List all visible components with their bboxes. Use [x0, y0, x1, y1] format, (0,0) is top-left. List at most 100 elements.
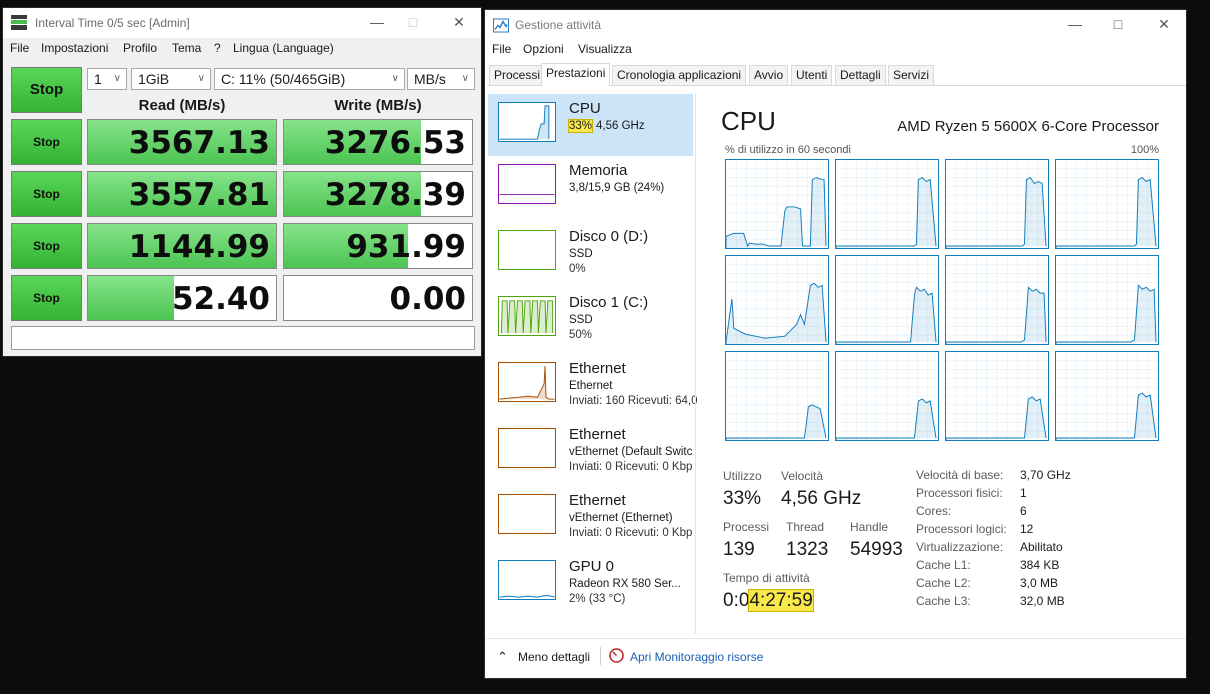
sidebar-item-gpu-0[interactable]: GPU 0 Radeon RX 580 Ser... 2% (33 °C)	[488, 552, 693, 614]
cpu-core-graph	[835, 255, 939, 345]
utilization-label: % di utilizzo in 60 secondi	[725, 144, 851, 156]
uptime-highlight: 4:27:59	[748, 589, 814, 612]
uptime-label: Tempo di attività	[723, 571, 810, 585]
sidebar-item-title: Ethernet	[569, 492, 626, 509]
cpu-speed: 4,56 GHz	[596, 120, 645, 132]
minimize-icon[interactable]: —	[367, 14, 387, 30]
task-manager-window: Gestione attività — □ ✕ File Opzioni Vis…	[484, 9, 1187, 679]
sidebar-item-disco-1-c-[interactable]: Disco 1 (C:) SSD 50%	[488, 288, 693, 350]
sidebar-item-disco-0-d-[interactable]: Disco 0 (D:) SSD 0%	[488, 222, 693, 284]
row-stop-button[interactable]: Stop	[11, 171, 82, 217]
maximize-icon[interactable]: □	[403, 14, 423, 30]
mini-graph-line	[499, 365, 555, 400]
footer-divider	[600, 647, 601, 665]
processi-label: Processi	[723, 520, 770, 534]
menu-profilo[interactable]: Profilo	[123, 41, 157, 55]
sidebar-item-title: Ethernet	[569, 426, 626, 443]
tm-titlebar[interactable]: Gestione attività — □ ✕	[485, 10, 1186, 40]
menu-opzioni[interactable]: Opzioni	[523, 42, 564, 56]
count-value: 1	[94, 71, 102, 87]
sidebar-item-detail: SSD	[569, 314, 593, 326]
close-icon[interactable]: ✕	[449, 14, 469, 31]
spec-label: Velocità di base:	[916, 468, 1004, 482]
cpu-core-graph	[725, 159, 829, 249]
row-stop-button[interactable]: Stop	[11, 119, 82, 165]
velocita-value: 4,56 GHz	[781, 488, 862, 509]
read-result-cell: 52.40	[87, 275, 277, 321]
sidebar-item-subdetail: Inviati: 0 Ricevuti: 0 Kbp	[569, 527, 693, 539]
handle-label: Handle	[850, 520, 889, 534]
read-header: Read (MB/s)	[138, 97, 226, 114]
row-stop-button[interactable]: Stop	[11, 223, 82, 269]
read-value: 3557.81	[128, 177, 270, 213]
mini-graph-line	[499, 105, 550, 140]
sidebar-item-detail: SSD	[569, 248, 593, 260]
spec-value: 32,0 MB	[1020, 594, 1065, 608]
cpu-usage-line	[1056, 392, 1157, 440]
cpu-usage-line	[836, 398, 937, 440]
page-title: CPU	[721, 106, 776, 136]
tab-utenti[interactable]: Utenti	[791, 65, 833, 85]
menu-visualizza[interactable]: Visualizza	[578, 42, 632, 56]
chevron-up-icon[interactable]: ⌃	[497, 649, 508, 665]
spec-value: 3,70 GHz	[1020, 468, 1071, 482]
mini-graph	[498, 230, 556, 270]
tab-servizi[interactable]: Servizi	[888, 65, 935, 85]
utilizzo-value: 33%	[723, 488, 762, 509]
sidebar-item-ethernet[interactable]: Ethernet Ethernet Inviati: 160 Ricevuti: 6…	[488, 354, 698, 416]
spec-label: Virtualizzazione:	[916, 540, 1004, 554]
sidebar-item-ethernet[interactable]: Ethernet vEthernet (Default Switc Inviati:…	[488, 420, 693, 482]
minimize-icon[interactable]: —	[1065, 16, 1085, 32]
size-value: 1GiB	[138, 71, 170, 87]
sidebar-item-memoria[interactable]: Memoria 3,8/15,9 GB (24%)	[488, 156, 693, 218]
task-manager-app-icon	[493, 18, 509, 33]
sidebar-item-subdetail: 0%	[569, 263, 586, 275]
tab-prestazioni[interactable]: Prestazioni	[541, 63, 611, 86]
size-select[interactable]: 1GiB ∨	[131, 68, 211, 90]
tab-cronologia[interactable]: Cronologia applicazioni	[612, 65, 747, 85]
sidebar-item-cpu[interactable]: CPU 33% 4,56 GHz	[488, 94, 693, 156]
drive-select[interactable]: C: 11% (50/465GiB) ∨	[214, 68, 405, 90]
menu-help[interactable]: ?	[214, 41, 221, 55]
tab-processi[interactable]: Processi	[489, 65, 546, 85]
mini-graph-line	[500, 300, 554, 334]
handle-value: 54993	[850, 539, 903, 560]
tab-dettagli[interactable]: Dettagli	[835, 65, 886, 85]
tab-avvio[interactable]: Avvio	[749, 65, 789, 85]
all-stop-button[interactable]: Stop	[11, 67, 82, 113]
sidebar-item-title: Disco 1 (C:)	[569, 294, 649, 311]
chevron-down-icon: ∨	[113, 73, 121, 84]
close-icon[interactable]: ✕	[1154, 16, 1174, 33]
menu-impostazioni[interactable]: Impostazioni	[41, 41, 108, 55]
cdm-titlebar[interactable]: Interval Time 0/5 sec [Admin] — □ ✕	[3, 8, 481, 38]
cpu-usage-line	[946, 286, 1047, 344]
write-result-cell: 0.00	[283, 275, 473, 321]
menu-lingua[interactable]: Lingua (Language)	[233, 41, 334, 55]
unit-select[interactable]: MB/s ∨	[407, 68, 475, 90]
read-progress-bar	[88, 276, 175, 320]
sidebar-item-title: Disco 0 (D:)	[569, 228, 649, 245]
less-details-link[interactable]: Meno dettagli	[518, 650, 590, 664]
sidebar-item-title: Ethernet	[569, 360, 626, 377]
read-value: 1144.99	[128, 229, 270, 265]
sidebar-item-title: Memoria	[569, 162, 628, 179]
thread-value: 1323	[786, 539, 829, 560]
menu-tema[interactable]: Tema	[172, 41, 201, 55]
open-resource-monitor-link[interactable]: Apri Monitoraggio risorse	[630, 650, 763, 664]
menu-file[interactable]: File	[492, 42, 511, 56]
count-select[interactable]: 1 ∨	[87, 68, 127, 90]
row-stop-button[interactable]: Stop	[11, 275, 82, 321]
sidebar-item-ethernet[interactable]: Ethernet vEthernet (Ethernet) Inviati: 0 R…	[488, 486, 693, 548]
mini-graph	[498, 102, 556, 142]
menu-file[interactable]: File	[10, 41, 29, 55]
utilizzo-label: Utilizzo	[723, 469, 762, 483]
cpu-core-graph	[1055, 351, 1159, 441]
sidebar-item-detail: vEthernet (Default Switc	[569, 446, 693, 458]
read-value: 52.40	[171, 281, 270, 317]
chevron-down-icon: ∨	[461, 73, 469, 84]
thread-label: Thread	[786, 520, 825, 534]
sidebar-item-detail: 3,8/15,9 GB (24%)	[569, 182, 665, 194]
comment-field[interactable]	[11, 326, 475, 350]
maximize-icon[interactable]: □	[1108, 16, 1128, 32]
write-value: 3278.39	[324, 177, 466, 213]
